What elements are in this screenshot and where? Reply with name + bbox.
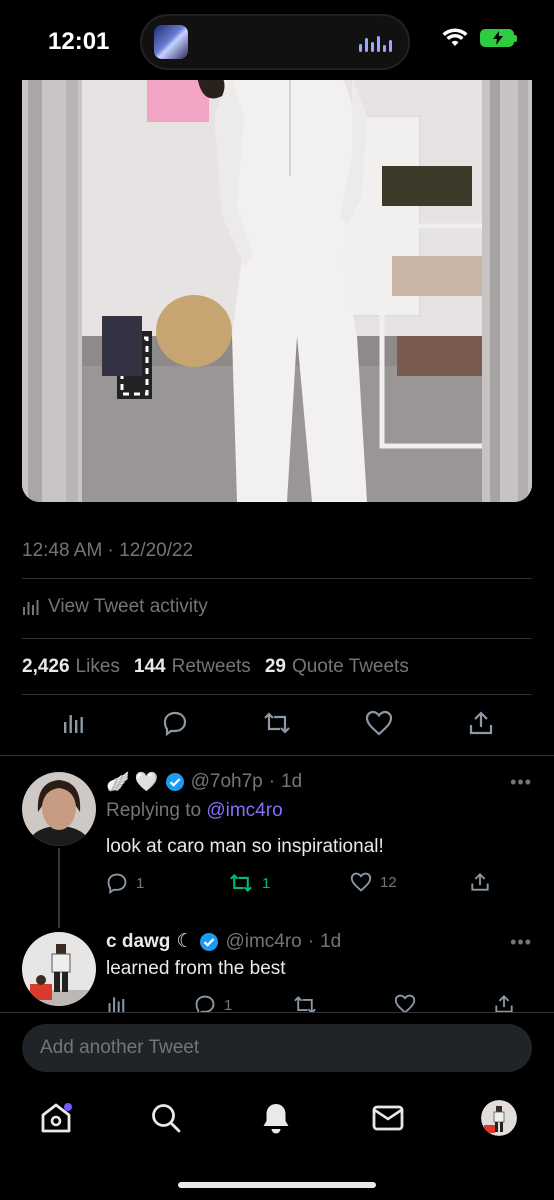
divider <box>22 578 532 579</box>
quote-tweets-stat[interactable]: 29 Quote Tweets <box>265 656 409 678</box>
share-button[interactable] <box>466 708 496 738</box>
analytics-icon <box>108 997 125 1013</box>
reply-button[interactable]: 1 <box>106 872 144 894</box>
tab-notifications[interactable] <box>258 1100 294 1136</box>
avatar[interactable] <box>22 772 96 846</box>
reply-action-bar: 1 1 12 <box>106 872 496 896</box>
thread-connector <box>58 848 60 928</box>
status-bar: 12:01 <box>0 0 554 80</box>
divider <box>22 638 532 639</box>
analytics-button[interactable] <box>106 994 126 1014</box>
reply-age: 1d <box>320 930 342 952</box>
retweet-icon <box>230 873 252 893</box>
reply-header: 🪽 🤍 @7oh7p · 1d <box>106 770 302 794</box>
like-count: 12 <box>380 873 397 891</box>
reply-button[interactable] <box>160 708 190 738</box>
status-icons <box>442 28 517 48</box>
now-playing-artwork <box>154 25 188 59</box>
likes-label: Likes <box>75 656 120 677</box>
reply-handle[interactable]: @7oh7p <box>191 771 263 793</box>
search-icon <box>152 1104 181 1133</box>
profile-avatar <box>481 1100 517 1136</box>
analytics-icon <box>23 600 39 615</box>
reply-count: 1 <box>224 996 233 1014</box>
moon-symbol: ☾ <box>176 931 194 952</box>
reply-age: 1d <box>281 771 303 792</box>
reply-composer-bar: Add another Tweet <box>0 1012 554 1082</box>
likes-count: 2,426 <box>22 656 70 677</box>
replying-to: Replying to @imc4ro <box>106 800 283 822</box>
retweets-label: Retweets <box>171 656 251 677</box>
share-button[interactable] <box>494 994 514 1014</box>
retweet-icon <box>264 712 290 734</box>
verified-badge-icon <box>165 773 184 791</box>
retweets-stat[interactable]: 144 Retweets <box>134 656 251 678</box>
view-tweet-activity-link[interactable]: View Tweet activity <box>22 596 208 618</box>
analytics-button[interactable] <box>58 708 88 738</box>
analytics-icon <box>64 715 83 733</box>
retweets-count: 144 <box>133 656 166 677</box>
verified-badge-icon <box>200 932 219 951</box>
separator-dot: · <box>307 930 315 952</box>
heart-icon <box>394 994 416 1014</box>
like-button[interactable] <box>364 708 394 738</box>
replying-to-handle-link[interactable]: @imc4ro <box>206 800 282 821</box>
tweet-action-bar <box>22 708 532 748</box>
tab-messages[interactable] <box>370 1100 406 1136</box>
like-button[interactable] <box>394 994 416 1014</box>
more-options-icon[interactable]: ••• <box>510 772 532 793</box>
divider <box>22 694 532 695</box>
quote-tweets-count: 29 <box>264 656 286 677</box>
tab-home[interactable] <box>38 1100 74 1136</box>
battery-charging-icon <box>480 29 517 47</box>
share-icon <box>469 711 493 735</box>
heart-icon <box>350 872 372 892</box>
likes-stat[interactable]: 2,426 Likes <box>22 656 120 678</box>
reply-header: c dawg ☾ @imc4ro · 1d <box>106 930 341 953</box>
share-icon <box>495 995 513 1013</box>
clock: 12:01 <box>48 28 110 55</box>
tab-profile[interactable] <box>481 1100 517 1136</box>
quote-tweets-label: Quote Tweets <box>291 656 409 677</box>
audio-waveform-icon <box>359 34 392 52</box>
like-button[interactable]: 12 <box>350 872 397 892</box>
divider <box>0 755 554 756</box>
share-button[interactable] <box>470 872 490 892</box>
share-icon <box>471 873 489 891</box>
wifi-icon <box>442 28 468 46</box>
home-indicator <box>178 1182 376 1188</box>
separator-dot: · <box>268 771 276 792</box>
reply-text: learned from the best <box>106 958 286 979</box>
dynamic-island[interactable] <box>140 14 410 70</box>
bottom-tab-bar <box>0 1082 554 1200</box>
tweet-photo[interactable] <box>22 76 532 502</box>
add-another-tweet-input[interactable]: Add another Tweet <box>22 1024 532 1072</box>
reply-text: look at caro man so inspirational! <box>106 836 384 857</box>
retweet-button[interactable] <box>262 708 292 738</box>
home-icon <box>41 1103 72 1133</box>
tweet-timestamp: 12:48 AM · 12/20/22 <box>22 540 194 561</box>
tab-search[interactable] <box>148 1100 184 1136</box>
reply-icon <box>163 711 187 736</box>
tweet-stats: 2,426 Likes 144 Retweets 29 Quote Tweets <box>22 656 409 678</box>
bell-icon <box>263 1104 289 1134</box>
replying-to-prefix: Replying to <box>106 800 202 821</box>
mirror-selfie-image <box>22 76 532 502</box>
heart-icon <box>365 710 393 736</box>
more-options-icon[interactable]: ••• <box>510 932 532 953</box>
reply-icon <box>107 873 127 894</box>
activity-label: View Tweet activity <box>48 596 208 617</box>
retweet-button[interactable]: 1 <box>228 872 270 894</box>
reply-display-name[interactable]: 🪽 🤍 <box>106 770 159 794</box>
mail-icon <box>372 1105 404 1131</box>
reply-handle[interactable]: @imc4ro <box>225 931 301 953</box>
retweet-count: 1 <box>262 874 271 892</box>
reply-count: 1 <box>136 874 145 892</box>
avatar[interactable] <box>22 932 96 1006</box>
reply-display-name[interactable]: c dawg <box>106 931 170 953</box>
